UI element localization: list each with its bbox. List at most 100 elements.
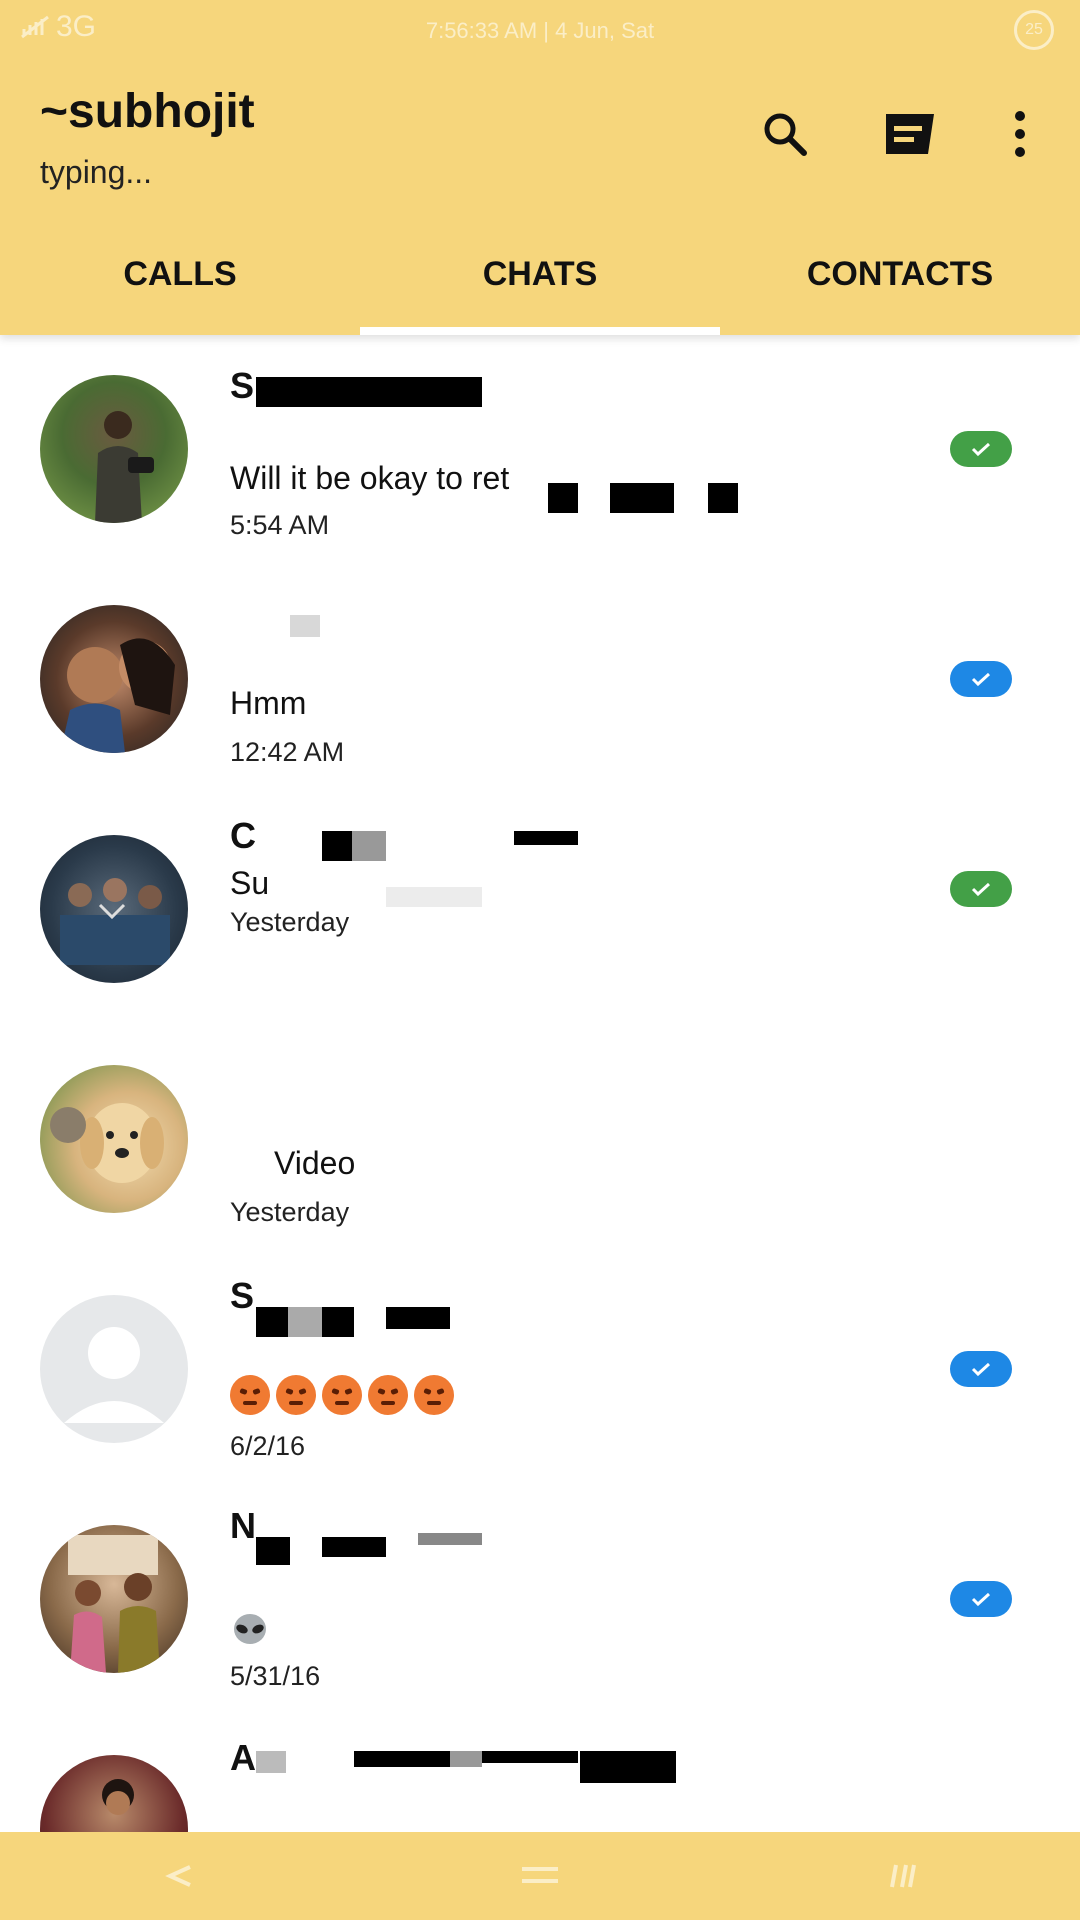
angry-face-icon — [276, 1375, 316, 1415]
redaction — [450, 1751, 482, 1767]
navigation-bar — [0, 1832, 1080, 1920]
new-chat-icon — [886, 114, 934, 154]
chat-row[interactable]: C Su Yesterday — [0, 795, 1080, 1025]
contact-name: S — [230, 365, 255, 406]
tab-calls[interactable]: CALLS — [0, 240, 360, 335]
default-avatar-icon — [64, 1327, 164, 1423]
read-status-badge — [950, 871, 1012, 907]
redaction — [708, 483, 738, 513]
back-icon — [165, 1865, 191, 1887]
message-time: Yesterday — [230, 1197, 350, 1227]
read-status-badge — [950, 431, 1012, 467]
chat-list: S Will it be okay to ret 5:54 AM Hmm 12:… — [0, 335, 1080, 1832]
message-time: 5/31/16 — [230, 1661, 321, 1691]
redaction — [610, 483, 674, 513]
redaction — [256, 1751, 286, 1773]
avatar[interactable] — [40, 1755, 188, 1832]
tab-bar: CALLS CHATS CONTACTS — [0, 240, 1080, 335]
avatar-photo — [60, 878, 170, 965]
emoji-message — [230, 1375, 460, 1420]
check-icon — [971, 442, 991, 457]
search-icon — [764, 113, 807, 156]
chat-row[interactable]: Video Yesterday — [0, 1025, 1080, 1255]
read-status-badge — [950, 1351, 1012, 1387]
redaction — [418, 1533, 482, 1545]
check-icon — [971, 1362, 991, 1377]
avatar[interactable] — [40, 605, 188, 753]
contact-name: S — [230, 1275, 255, 1316]
angry-face-icon — [322, 1375, 362, 1415]
avatar[interactable] — [40, 1065, 188, 1213]
more-vert-icon — [1015, 111, 1025, 157]
message-time: 6/2/16 — [230, 1431, 306, 1461]
tab-chats-label: CHATS — [482, 255, 598, 293]
chat-row[interactable]: A — [0, 1715, 1080, 1832]
app-bar: 3G 7:56:33 AM | 4 Jun, Sat 25 ~subhojit … — [0, 0, 1080, 335]
last-message: Will it be okay to ret — [230, 460, 510, 496]
battery-indicator: 25 — [1014, 10, 1054, 50]
avatar[interactable] — [40, 1295, 188, 1443]
redaction — [256, 1537, 290, 1565]
tab-contacts-label: CONTACTS — [806, 255, 994, 293]
contact-name: N — [230, 1505, 256, 1546]
redaction — [548, 483, 578, 513]
recents-button[interactable] — [720, 1832, 1080, 1920]
avatar-photo — [50, 1103, 164, 1183]
angry-face-icon — [230, 1375, 270, 1415]
alien-emoji-icon — [230, 1613, 270, 1649]
chat-row[interactable]: S 6/2/16 — [0, 1255, 1080, 1485]
new-chat-button[interactable] — [880, 104, 940, 164]
back-button[interactable] — [0, 1832, 360, 1920]
check-icon — [971, 882, 991, 897]
read-status-badge — [950, 661, 1012, 697]
tab-chats[interactable]: CHATS — [360, 240, 720, 335]
angry-face-icon — [414, 1375, 454, 1415]
redaction — [288, 1307, 322, 1337]
avatar-photo — [68, 1535, 160, 1673]
redaction — [580, 1751, 676, 1783]
redaction — [352, 831, 386, 861]
contact-name: C — [230, 815, 256, 856]
redaction — [354, 1751, 450, 1767]
home-button[interactable] — [360, 1832, 720, 1920]
chat-row[interactable]: Hmm 12:42 AM — [0, 565, 1080, 795]
angry-face-icon — [368, 1375, 408, 1415]
tab-calls-label: CALLS — [123, 255, 237, 293]
redaction — [482, 1751, 578, 1763]
redaction — [386, 1307, 450, 1329]
redaction — [322, 831, 352, 861]
chat-row[interactable]: S Will it be okay to ret 5:54 AM — [0, 335, 1080, 565]
redaction — [256, 377, 482, 407]
last-message: Su — [230, 865, 270, 901]
last-message: Hmm — [230, 685, 307, 721]
message-time: 5:54 AM — [230, 510, 330, 540]
last-message-text: Video — [274, 1145, 356, 1181]
redaction — [322, 1307, 354, 1337]
search-button[interactable] — [755, 104, 815, 164]
recents-icon — [890, 1864, 916, 1888]
last-message: Video — [230, 1145, 355, 1182]
check-icon — [971, 1592, 991, 1607]
avatar-photo — [60, 638, 175, 753]
status-datetime: 7:56:33 AM | 4 Jun, Sat — [425, 18, 655, 43]
home-icon — [522, 1867, 558, 1883]
avatar[interactable] — [40, 835, 188, 983]
more-options-button[interactable] — [990, 104, 1050, 164]
selected-tab-indicator — [360, 327, 720, 335]
redaction — [514, 831, 578, 845]
typing-status: typing... — [40, 154, 153, 190]
page-title: ~subhojit — [40, 85, 255, 138]
redaction — [322, 1537, 386, 1557]
contact-name: A — [230, 1737, 256, 1778]
tab-contacts[interactable]: CONTACTS — [720, 240, 1080, 335]
avatar-photo — [95, 411, 154, 523]
message-time: 12:42 AM — [230, 737, 345, 767]
avatar[interactable] — [40, 1525, 188, 1673]
status-bar: 3G 7:56:33 AM | 4 Jun, Sat 25 — [0, 0, 1080, 60]
read-status-badge — [950, 1581, 1012, 1617]
chat-row[interactable]: N 5/31/16 — [0, 1485, 1080, 1715]
avatar[interactable] — [40, 375, 188, 523]
redaction — [290, 615, 320, 637]
check-icon — [971, 672, 991, 687]
avatar-photo — [102, 1779, 134, 1815]
